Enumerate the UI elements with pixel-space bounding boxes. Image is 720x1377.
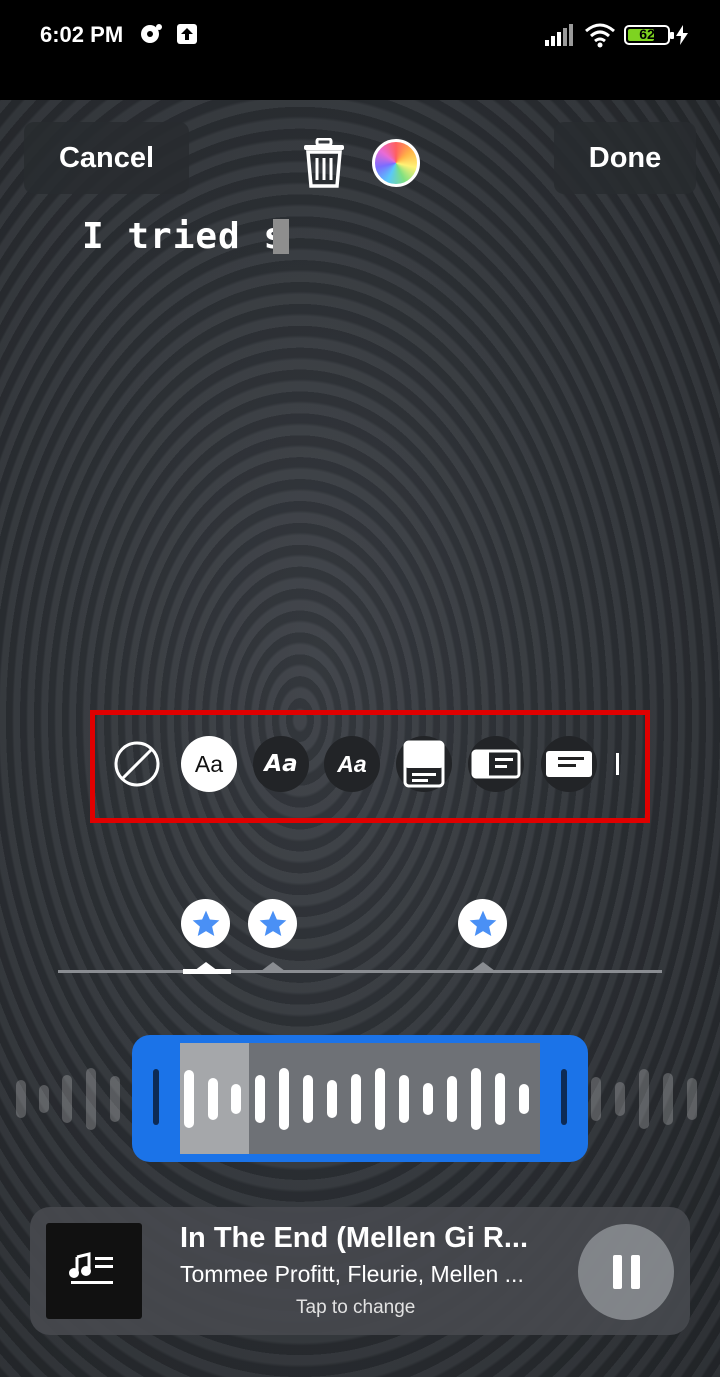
waveform-bar (471, 1068, 481, 1130)
waveform-bar (447, 1076, 457, 1122)
style-italic-button[interactable]: Aa (324, 736, 380, 792)
waveform-bar (351, 1074, 361, 1124)
style-card-button[interactable] (396, 736, 452, 792)
timeline-tick (261, 962, 285, 971)
timeline-tick (194, 962, 218, 971)
charging-icon (676, 25, 688, 45)
wifi-icon (585, 23, 615, 48)
lyrics-left-icon (471, 749, 521, 779)
waveform-bar (327, 1080, 337, 1118)
song-artist[interactable]: Tommee Profitt, Fleurie, Mellen ... (180, 1261, 560, 1288)
card-style-icon (403, 740, 445, 788)
scrubber-left-handle[interactable] (153, 1069, 159, 1125)
waveform-bar (303, 1075, 313, 1123)
waveform-bar (375, 1068, 385, 1130)
waveform-bar (231, 1084, 241, 1114)
waveform-bar (208, 1078, 218, 1120)
lyrics-right-icon (546, 751, 592, 777)
style-lyrics-left-button[interactable] (468, 736, 524, 792)
done-button[interactable]: Done (554, 122, 696, 194)
waveform-bar (184, 1070, 194, 1128)
text-cursor (273, 219, 289, 254)
trash-icon[interactable] (302, 138, 346, 188)
style-classic-label: Aa (194, 750, 224, 777)
star-marker[interactable] (458, 899, 507, 948)
waveform-bar (86, 1068, 96, 1130)
waveform-bar (62, 1075, 72, 1123)
style-bold-italic-label: Aa (264, 751, 298, 777)
waveform-bar (495, 1073, 505, 1125)
status-time: 6:02 PM (40, 22, 124, 47)
waveform-bar (423, 1083, 433, 1115)
waveform-bar (399, 1075, 409, 1123)
song-timeline[interactable] (58, 970, 662, 973)
caption-text[interactable]: I tried s (82, 216, 286, 257)
style-italic-label: Aa (337, 750, 367, 777)
notification-icon (141, 24, 162, 43)
style-classic-button[interactable]: Aa (181, 736, 237, 792)
star-marker[interactable] (181, 899, 230, 948)
pause-button[interactable] (578, 1224, 674, 1320)
waveform-bar (16, 1080, 26, 1118)
waveform-bar (110, 1076, 120, 1122)
star-icon (192, 910, 219, 936)
status-bar: 6:02 PM 62 (0, 0, 720, 100)
upload-icon (177, 24, 197, 44)
pause-icon (630, 1255, 640, 1289)
star-marker[interactable] (248, 899, 297, 948)
cancel-button[interactable]: Cancel (24, 122, 189, 194)
waveform-bar (519, 1084, 529, 1114)
waveform-bar (639, 1069, 649, 1129)
waveform-bar (591, 1077, 601, 1121)
album-art[interactable] (46, 1223, 142, 1319)
waveform-bar (39, 1085, 49, 1113)
waveform-bar (255, 1075, 265, 1123)
star-icon (469, 910, 496, 936)
signal-icon (545, 24, 573, 46)
timeline-tick (471, 962, 495, 971)
waveform-bar (615, 1082, 625, 1116)
style-bold-italic-button[interactable]: Aa (253, 736, 309, 792)
waveform-bar (687, 1078, 697, 1120)
scrubber-right-handle[interactable] (561, 1069, 567, 1125)
star-icon (259, 910, 286, 936)
style-lyrics-right-button[interactable] (541, 736, 597, 792)
waveform-bar (663, 1073, 673, 1125)
music-note-icon (69, 1252, 113, 1284)
battery-level: 62 (639, 26, 655, 42)
more-styles-indicator (616, 753, 619, 775)
tap-to-change-hint[interactable]: Tap to change (296, 1297, 415, 1319)
battery-icon: 62 (624, 25, 674, 45)
no-style-icon (114, 741, 160, 787)
style-none-button[interactable] (109, 736, 165, 792)
pause-icon (612, 1255, 622, 1289)
waveform-bar (279, 1068, 289, 1130)
color-wheel-icon[interactable] (372, 139, 420, 187)
song-title[interactable]: In The End (Mellen Gi R... (180, 1222, 560, 1255)
